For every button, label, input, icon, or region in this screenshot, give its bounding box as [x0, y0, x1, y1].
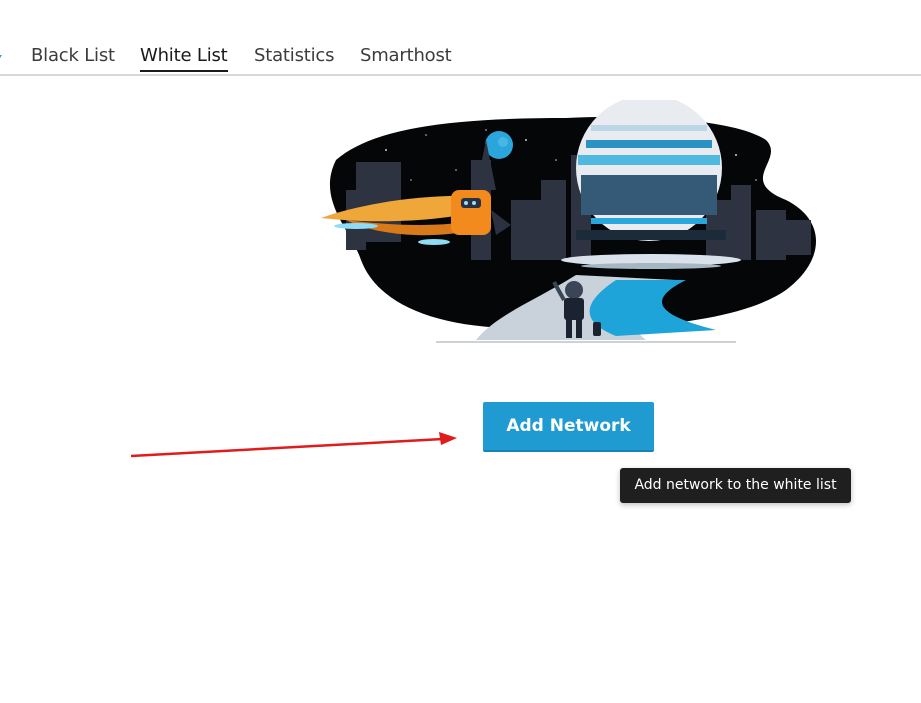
tab-white-list[interactable]: White List	[140, 45, 228, 72]
add-network-button[interactable]: Add Network	[483, 402, 654, 452]
red-arrow-annotation-icon	[130, 432, 457, 458]
tab-bar: Black List White List Statistics Smartho…	[0, 0, 921, 76]
space-city-illustration	[321, 100, 816, 343]
tab-scroll-edge-icon	[0, 55, 6, 65]
tab-statistics[interactable]: Statistics	[254, 45, 334, 66]
tab-black-list[interactable]: Black List	[31, 45, 115, 66]
add-network-tooltip: Add network to the white list	[620, 468, 851, 503]
tab-smarthost[interactable]: Smarthost	[360, 45, 452, 66]
